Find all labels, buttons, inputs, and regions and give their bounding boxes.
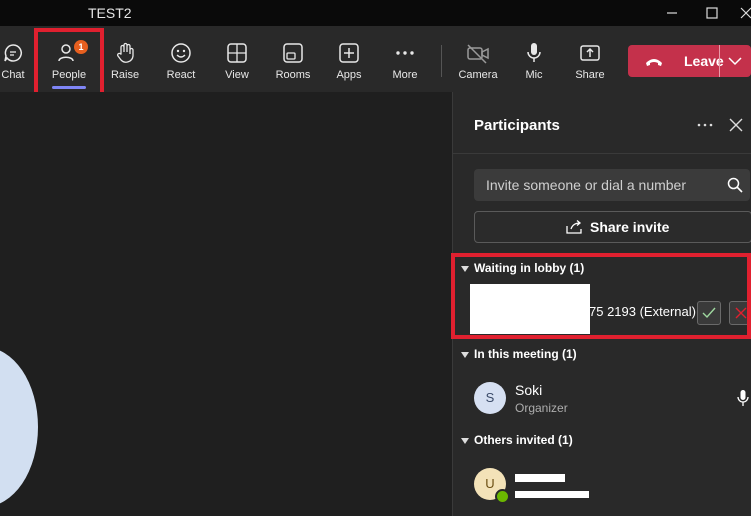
leave-button[interactable]: Leave	[628, 45, 751, 77]
camera-off-icon	[467, 44, 489, 64]
raise-label: Raise	[110, 69, 140, 81]
share-label: Share	[575, 69, 605, 81]
title-bar: TEST2	[0, 0, 751, 26]
camera-button[interactable]: Camera	[451, 26, 505, 92]
presence-available-icon	[495, 489, 510, 504]
search-icon	[727, 177, 743, 193]
microphone-icon	[527, 43, 541, 62]
collapse-triangle-icon	[461, 437, 469, 444]
leave-divider	[719, 45, 720, 77]
in-meeting-section-header[interactable]: In this meeting (1)	[461, 347, 577, 361]
share-invite-label: Share invite	[590, 219, 670, 235]
rooms-label: Rooms	[275, 69, 311, 81]
maximize-icon	[706, 7, 718, 19]
toolbar-divider	[441, 45, 442, 77]
minimize-icon	[667, 12, 677, 14]
invite-search-input[interactable]: Invite someone or dial a number	[474, 169, 750, 201]
mic-label: Mic	[525, 69, 543, 81]
others-invited-section-header[interactable]: Others invited (1)	[461, 433, 573, 447]
in-meeting-header-label: In this meeting (1)	[474, 347, 577, 361]
raise-hand-button[interactable]: Raise	[98, 26, 152, 92]
window-title: TEST2	[88, 5, 132, 21]
smiley-icon	[171, 43, 191, 63]
share-screen-icon	[580, 45, 600, 61]
more-label: More	[392, 69, 418, 81]
close-panel-icon[interactable]	[729, 118, 743, 132]
close-window-button[interactable]	[734, 3, 751, 23]
view-button[interactable]: View	[210, 26, 264, 92]
react-button[interactable]: React	[154, 26, 208, 92]
camera-label: Camera	[458, 69, 498, 81]
panel-title: Participants	[474, 117, 560, 134]
view-label: View	[225, 69, 249, 81]
apps-button[interactable]: Apps	[322, 26, 376, 92]
share-invite-button[interactable]: Share invite	[474, 211, 751, 243]
hang-up-icon	[646, 59, 662, 66]
close-icon	[740, 7, 751, 19]
meeting-stage	[0, 92, 452, 516]
participant-mic-icon[interactable]	[737, 389, 749, 407]
participant-avatar: S	[474, 382, 506, 414]
panel-header-divider	[453, 153, 751, 154]
participant-name: Soki	[515, 382, 543, 398]
leave-label: Leave	[684, 53, 724, 69]
chevron-down-icon[interactable]	[728, 56, 742, 66]
search-placeholder: Invite someone or dial a number	[486, 177, 686, 193]
redacted-name-bar	[515, 474, 565, 482]
minimize-button[interactable]	[660, 3, 684, 23]
more-options-icon[interactable]	[697, 122, 713, 128]
more-button[interactable]: More	[378, 26, 432, 92]
participant-role: Organizer	[515, 401, 568, 415]
participant-video-avatar	[0, 347, 38, 507]
grid-view-icon	[227, 43, 247, 63]
mic-button[interactable]: Mic	[507, 26, 561, 92]
redacted-role-bar	[515, 491, 589, 498]
meeting-toolbar: Chat 1 People Raise React View Rooms App…	[0, 26, 751, 92]
react-label: React	[166, 69, 196, 81]
chat-icon	[4, 44, 22, 62]
maximize-button[interactable]	[700, 3, 724, 23]
lobby-highlight-box	[451, 253, 751, 339]
others-invited-header-label: Others invited (1)	[474, 433, 573, 447]
rooms-icon	[283, 43, 303, 63]
share-button[interactable]: Share	[563, 26, 617, 92]
apps-label: Apps	[336, 69, 362, 81]
rooms-button[interactable]: Rooms	[266, 26, 320, 92]
apps-plus-icon	[339, 43, 359, 63]
collapse-triangle-icon	[461, 351, 469, 358]
raise-hand-icon	[117, 42, 134, 63]
share-arrow-icon	[566, 220, 582, 234]
more-ellipsis-icon	[396, 51, 414, 55]
people-highlight-box	[34, 28, 104, 98]
